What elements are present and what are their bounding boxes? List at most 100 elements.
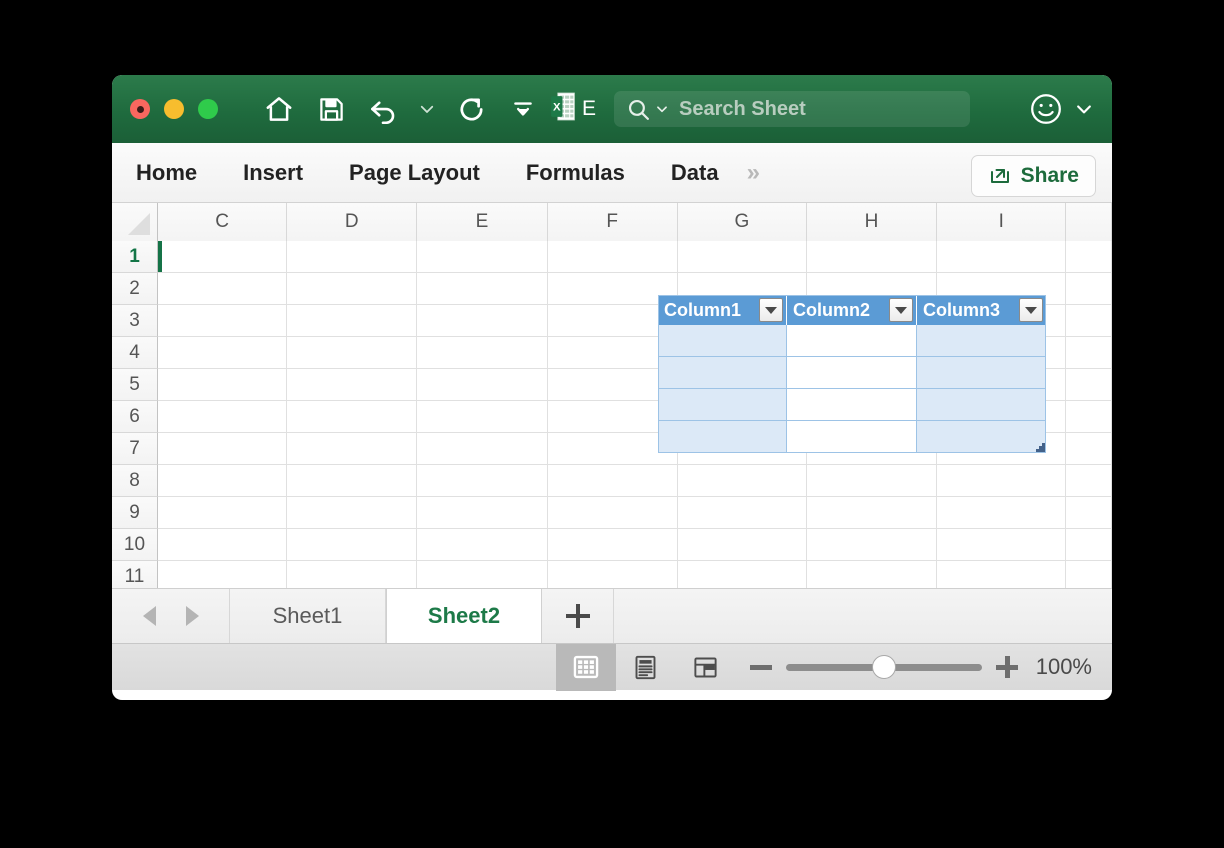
cell-E8[interactable] [417, 465, 548, 497]
cell-C3[interactable] [158, 305, 288, 337]
cell-E5[interactable] [417, 369, 548, 401]
cell-I10[interactable] [937, 529, 1067, 561]
table-cell-G6[interactable] [787, 421, 917, 453]
share-button[interactable]: Share [970, 155, 1096, 197]
cell-E2[interactable] [417, 273, 548, 305]
cell-E7[interactable] [417, 433, 548, 465]
sheet-tab-sheet1[interactable]: Sheet1 [230, 589, 386, 643]
cell-I8[interactable] [937, 465, 1067, 497]
cell-J5[interactable] [1066, 369, 1112, 401]
cell-C9[interactable] [158, 497, 288, 529]
row-header-6[interactable]: 6 [112, 401, 158, 433]
column-header-f[interactable]: F [547, 203, 678, 241]
filter-dropdown-icon-column3[interactable] [1019, 298, 1043, 322]
previous-sheet-arrow-icon[interactable] [142, 606, 156, 626]
cell-J6[interactable] [1066, 401, 1112, 433]
cell-D8[interactable] [287, 465, 418, 497]
search-scope-chevron-icon[interactable] [655, 102, 669, 116]
cell-H10[interactable] [806, 529, 938, 561]
cell-F10[interactable] [547, 529, 678, 561]
cell-C5[interactable] [158, 369, 288, 401]
cell-E3[interactable] [417, 305, 548, 337]
cell-J3[interactable] [1066, 305, 1112, 337]
undo-dropdown-chevron-icon[interactable] [418, 100, 436, 118]
cell-D1[interactable] [287, 241, 418, 273]
cell-D10[interactable] [287, 529, 418, 561]
cell-D6[interactable] [287, 401, 418, 433]
table-header-column2[interactable]: Column2 [787, 295, 917, 325]
table-cell-H5[interactable] [917, 389, 1046, 421]
column-header-d[interactable]: D [287, 203, 418, 241]
row-header-4[interactable]: 4 [112, 337, 158, 369]
cell-J1[interactable] [1066, 241, 1112, 273]
ribbon-tab-page-layout[interactable]: Page Layout [349, 160, 480, 186]
zoom-window-button[interactable] [198, 99, 218, 119]
column-header-j-partial[interactable] [1066, 203, 1112, 241]
table-cell-G5[interactable] [787, 389, 917, 421]
table-header-column1[interactable]: Column1 [658, 295, 787, 325]
cell-E10[interactable] [417, 529, 548, 561]
cell-J2[interactable] [1066, 273, 1112, 305]
column-header-i[interactable]: I [937, 203, 1067, 241]
home-icon[interactable] [262, 92, 296, 126]
row-header-7[interactable]: 7 [112, 433, 158, 465]
cell-D9[interactable] [287, 497, 418, 529]
close-window-button[interactable] [130, 99, 150, 119]
cell-D5[interactable] [287, 369, 418, 401]
table-resize-handle[interactable] [1036, 443, 1045, 452]
column-header-g[interactable]: G [677, 203, 807, 241]
cell-D2[interactable] [287, 273, 418, 305]
cell-C8[interactable] [158, 465, 288, 497]
cell-J9[interactable] [1066, 497, 1112, 529]
ribbon-tab-insert[interactable]: Insert [243, 160, 303, 186]
cell-E6[interactable] [417, 401, 548, 433]
normal-view-icon[interactable] [555, 643, 616, 691]
cell-E1[interactable] [417, 241, 548, 273]
search-input[interactable]: Search Sheet [614, 91, 970, 127]
cell-C1[interactable] [158, 241, 288, 273]
row-header-10[interactable]: 10 [112, 529, 158, 561]
cell-E11[interactable] [417, 561, 548, 588]
cell-D11[interactable] [287, 561, 418, 588]
table-cell-G3[interactable] [787, 325, 917, 357]
cell-J10[interactable] [1066, 529, 1112, 561]
cell-J4[interactable] [1066, 337, 1112, 369]
account-chevron-down-icon[interactable] [1074, 99, 1094, 119]
select-all-corner[interactable] [112, 203, 158, 241]
cell-F1[interactable] [547, 241, 678, 273]
table-cell-H6[interactable] [917, 421, 1046, 453]
zoom-slider[interactable] [785, 654, 982, 679]
row-header-11[interactable]: 11 [112, 561, 158, 588]
filter-dropdown-icon-column2[interactable] [889, 298, 913, 322]
smiley-face-icon[interactable] [1028, 91, 1064, 127]
minimize-window-button[interactable] [164, 99, 184, 119]
cell-H8[interactable] [806, 465, 938, 497]
cell-J7[interactable] [1066, 433, 1112, 465]
cell-I1[interactable] [937, 241, 1067, 273]
cell-G11[interactable] [677, 561, 807, 588]
cell-C11[interactable] [158, 561, 288, 588]
table-cell-F5[interactable] [658, 389, 787, 421]
column-header-c[interactable]: C [158, 203, 288, 241]
cell-I11[interactable] [937, 561, 1067, 588]
save-icon[interactable] [314, 92, 348, 126]
cell-G10[interactable] [677, 529, 807, 561]
spreadsheet-grid[interactable]: C D E F G H I 1 2 3 4 5 6 7 8 9 10 11 Co… [112, 203, 1112, 588]
column-header-e[interactable]: E [417, 203, 548, 241]
row-header-2[interactable]: 2 [112, 273, 158, 305]
cell-C7[interactable] [158, 433, 288, 465]
table-cell-H3[interactable] [917, 325, 1046, 357]
table-cell-F3[interactable] [658, 325, 787, 357]
cell-F8[interactable] [547, 465, 678, 497]
cell-C2[interactable] [158, 273, 288, 305]
zoom-out-button[interactable] [749, 656, 772, 678]
cell-C4[interactable] [158, 337, 288, 369]
ribbon-overflow-chevrons-icon[interactable]: » [747, 159, 760, 187]
table-header-column3[interactable]: Column3 [917, 295, 1046, 325]
table-cell-G4[interactable] [787, 357, 917, 389]
cell-J11[interactable] [1066, 561, 1112, 588]
redo-icon[interactable] [454, 92, 488, 126]
cell-G1[interactable] [677, 241, 807, 273]
cell-H9[interactable] [806, 497, 938, 529]
cell-F11[interactable] [547, 561, 678, 588]
